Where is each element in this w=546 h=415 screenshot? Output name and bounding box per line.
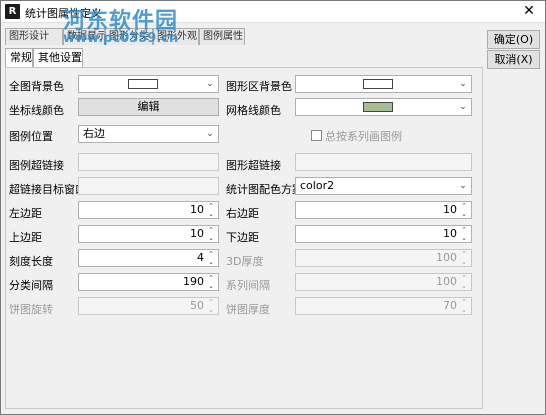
axis-color-edit-button[interactable]: 编辑 — [78, 98, 219, 116]
depth-3d-value: 100 — [436, 251, 457, 264]
plot-bg-color-select[interactable]: ⌄ — [295, 75, 472, 93]
tick-length-label: 刻度长度 — [9, 255, 53, 268]
color-scheme-value: color2 — [300, 179, 335, 192]
ok-button[interactable]: 确定(O) — [487, 30, 540, 49]
stepper-arrows-icon[interactable]: ⌃ ⌄ — [206, 202, 216, 218]
tick-length-value: 4 — [197, 251, 204, 264]
watermark-url: www.pc0359.cn — [63, 31, 179, 46]
left-margin-value: 10 — [190, 203, 204, 216]
top-margin-value: 10 — [190, 227, 204, 240]
legend-link-label: 图例超链接 — [9, 159, 64, 172]
depth-3d-stepper: 100 ⌃ ⌄ — [295, 249, 472, 267]
close-icon[interactable]: ✕ — [521, 3, 537, 19]
depth-3d-label: 3D厚度 — [226, 255, 264, 268]
axis-color-label: 坐标线颜色 — [9, 104, 64, 117]
series-gap-stepper: 100 ⌃ ⌄ — [295, 273, 472, 291]
category-gap-label: 分类间隔 — [9, 279, 53, 292]
category-gap-value: 190 — [183, 275, 204, 288]
right-margin-label: 右边距 — [226, 207, 259, 220]
bg-color-label: 全图背景色 — [9, 80, 64, 93]
pie-rotation-label: 饼图旋转 — [9, 303, 53, 316]
pie-thickness-value: 70 — [443, 299, 457, 312]
category-gap-stepper[interactable]: 190 ⌃ ⌄ — [78, 273, 219, 291]
link-target-input[interactable] — [78, 177, 219, 195]
legend-pos-select[interactable]: 右边 ⌄ — [78, 125, 219, 143]
bg-color-select[interactable]: ⌄ — [78, 75, 219, 93]
left-margin-stepper[interactable]: 10 ⌃ ⌄ — [78, 201, 219, 219]
legend-link-input[interactable] — [78, 153, 219, 171]
stepper-arrows-icon[interactable]: ⌃ ⌄ — [206, 274, 216, 290]
series-gap-label: 系列间隔 — [226, 279, 270, 292]
legend-pos-label: 图例位置 — [9, 130, 53, 143]
grid-color-label: 网格线颜色 — [226, 104, 281, 117]
legend-pos-value: 右边 — [83, 127, 105, 140]
pie-thickness-label: 饼图厚度 — [226, 303, 270, 316]
app-logo-icon: R — [5, 4, 20, 19]
left-margin-label: 左边距 — [9, 207, 42, 220]
top-margin-stepper[interactable]: 10 ⌃ ⌄ — [78, 225, 219, 243]
chevron-down-icon: ⌄ — [459, 79, 467, 89]
subtab-other-settings[interactable]: 其他设置 — [33, 48, 83, 68]
stepper-arrows-icon: ⌃ ⌄ — [461, 274, 467, 290]
chevron-down-icon: ⌄ — [206, 129, 214, 139]
color-scheme-label: 统计图配色方案 — [226, 183, 303, 196]
dialog-window: R 统计图属性定义 ✕ 图形设计 数据显示 图形分类 图形外观 图例属性 常规 … — [0, 0, 546, 415]
grid-color-select[interactable]: ⌄ — [295, 98, 472, 116]
total-series-checkbox[interactable] — [311, 130, 322, 141]
plot-bg-color-swatch — [363, 79, 393, 89]
right-margin-stepper[interactable]: 10 ⌃ ⌄ — [295, 201, 472, 219]
stepper-arrows-icon: ⌃ ⌄ — [461, 298, 467, 314]
stepper-arrows-icon: ⌃ ⌄ — [461, 250, 467, 266]
chevron-down-icon: ⌄ — [459, 102, 467, 112]
stepper-arrows-icon[interactable]: ⌃ ⌄ — [459, 226, 469, 242]
pie-thickness-stepper: 70 ⌃ ⌄ — [295, 297, 472, 315]
pie-rotation-value: 50 — [190, 299, 204, 312]
link-target-label: 超链接目标窗口 — [9, 183, 86, 196]
chevron-down-icon: ⌄ — [459, 181, 467, 191]
plot-link-input[interactable] — [295, 153, 472, 171]
plot-link-label: 图形超链接 — [226, 159, 281, 172]
tick-length-stepper[interactable]: 4 ⌃ ⌄ — [78, 249, 219, 267]
cancel-button[interactable]: 取消(X) — [487, 50, 540, 69]
stepper-arrows-icon[interactable]: ⌃ ⌄ — [206, 250, 216, 266]
top-margin-label: 上边距 — [9, 231, 42, 244]
bottom-margin-label: 下边距 — [226, 231, 259, 244]
plot-bg-color-label: 图形区背景色 — [226, 80, 292, 93]
pie-rotation-stepper: 50 ⌃ ⌄ — [78, 297, 219, 315]
stepper-arrows-icon[interactable]: ⌃ ⌄ — [459, 202, 469, 218]
stepper-arrows-icon[interactable]: ⌃ ⌄ — [206, 226, 216, 242]
total-series-label: 总按系列画图例 — [325, 130, 402, 143]
grid-color-swatch — [363, 102, 393, 112]
series-gap-value: 100 — [436, 275, 457, 288]
bottom-margin-value: 10 — [443, 227, 457, 240]
subtab-general[interactable]: 常规 — [5, 48, 33, 68]
right-margin-value: 10 — [443, 203, 457, 216]
color-scheme-select[interactable]: color2 ⌄ — [295, 177, 472, 195]
chevron-down-icon: ⌄ — [206, 79, 214, 89]
bg-color-swatch — [128, 79, 158, 89]
tab-graph-design[interactable]: 图形设计 — [5, 28, 63, 45]
stepper-arrows-icon: ⌃ ⌄ — [208, 298, 214, 314]
tab-legend-properties[interactable]: 图例属性 — [199, 28, 245, 45]
bottom-margin-stepper[interactable]: 10 ⌃ ⌄ — [295, 225, 472, 243]
